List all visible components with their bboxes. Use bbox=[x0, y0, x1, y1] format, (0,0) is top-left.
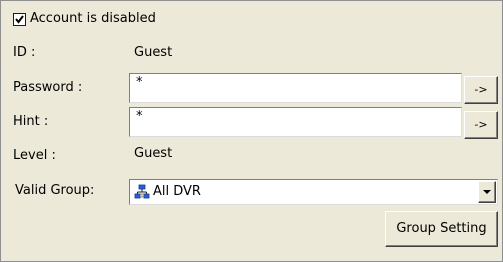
account-disabled-checkbox[interactable] bbox=[13, 13, 26, 26]
hint-generate-button[interactable]: -> bbox=[464, 111, 498, 139]
valid-group-label: Valid Group: bbox=[15, 183, 95, 198]
checkmark-icon bbox=[15, 15, 24, 24]
network-group-icon bbox=[134, 184, 150, 204]
id-label: ID : bbox=[13, 45, 36, 60]
valid-group-selected: All DVR bbox=[153, 184, 201, 199]
password-input[interactable]: * bbox=[129, 73, 462, 103]
hint-label: Hint : bbox=[13, 114, 49, 129]
account-settings-panel: Account is disabled ID : Guest Password … bbox=[0, 0, 503, 262]
password-label: Password : bbox=[13, 80, 83, 95]
account-disabled-label[interactable]: Account is disabled bbox=[30, 11, 156, 27]
level-value: Guest bbox=[129, 143, 464, 165]
level-label: Level : bbox=[13, 148, 56, 163]
hint-input[interactable]: * bbox=[129, 107, 462, 137]
valid-group-select[interactable]: All DVR bbox=[129, 179, 498, 205]
chevron-down-icon bbox=[483, 190, 491, 194]
valid-group-dropdown-button[interactable] bbox=[478, 181, 496, 203]
group-setting-button[interactable]: Group Setting bbox=[385, 211, 498, 247]
id-value: Guest bbox=[129, 42, 464, 64]
password-generate-button[interactable]: -> bbox=[464, 76, 498, 104]
